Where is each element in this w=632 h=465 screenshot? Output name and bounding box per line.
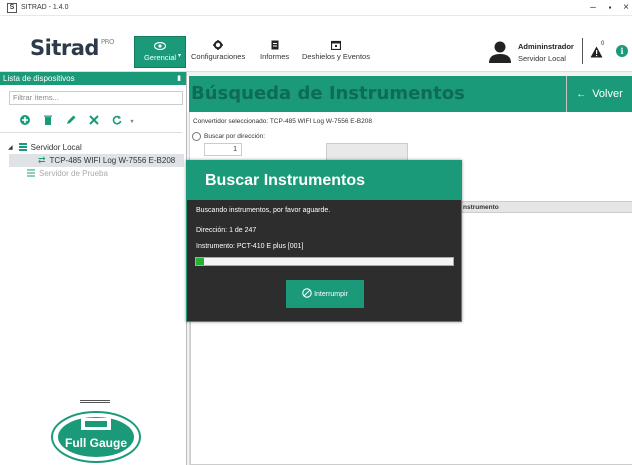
- dropdown-arrow-icon[interactable]: ▾: [178, 52, 181, 59]
- nav-configuraciones-label: Configuraciones: [191, 52, 246, 61]
- grid-column-instrument[interactable]: nstrumento: [463, 202, 499, 213]
- gear-icon: [213, 38, 224, 52]
- window-title: SITRAD - 1.4.0: [21, 4, 69, 11]
- info-icon[interactable]: i: [616, 45, 628, 57]
- full-gauge-logo: Full Gauge: [50, 409, 142, 463]
- tree-item-servidor-prueba[interactable]: Servidor de Prueba: [0, 167, 186, 180]
- delete-icon[interactable]: [36, 115, 59, 128]
- converter-icon: ⇄: [38, 155, 46, 165]
- nav-configuraciones[interactable]: Configuraciones: [191, 38, 245, 61]
- pin-icon[interactable]: ▮: [177, 72, 181, 85]
- alert-count: 0: [601, 41, 605, 47]
- eye-icon: [154, 39, 166, 53]
- app-icon: S: [7, 2, 17, 13]
- tree-item-converter[interactable]: ⇄ TCP-485 WIFI Log W-7556 E-B208: [9, 154, 184, 167]
- dialog-instrument-text: Instrumento: PCT-410 E plus [001]: [196, 243, 304, 250]
- back-button[interactable]: ← Volver: [566, 76, 632, 112]
- tree-item-label: TCP-485 WIFI Log W-7556 E-B208: [49, 156, 176, 165]
- user-avatar-icon[interactable]: [486, 40, 514, 64]
- tools-icon[interactable]: [82, 115, 105, 128]
- server-icon: [18, 142, 27, 153]
- search-by-address-label: Buscar por dirección:: [204, 133, 266, 140]
- device-tree: ◢ Servidor Local ⇄ TCP-485 WIFI Log W-75…: [0, 141, 186, 180]
- address-input[interactable]: 1: [204, 143, 242, 156]
- search-instruments-dialog: Buscar Instrumentos Buscando instrumento…: [186, 160, 462, 322]
- sidebar-title: Lista de dispositivos: [3, 74, 75, 83]
- header-divider: [582, 38, 583, 64]
- back-label: Volver: [592, 88, 623, 100]
- sitrad-logo: Sitrad PRO: [30, 36, 115, 60]
- dialog-status-text: Buscando instrumentos, por favor aguarde…: [196, 207, 331, 214]
- interrupt-label: Interrumpir: [314, 290, 348, 298]
- maximize-button[interactable]: ▪: [603, 2, 617, 14]
- stop-icon: [302, 288, 312, 300]
- user-name: Admininstrador: [518, 42, 574, 51]
- title-bar: S SITRAD - 1.4.0 – ▪ ×: [0, 0, 632, 16]
- user-server: Servidor Local: [518, 54, 566, 63]
- search-progress-bar: [195, 257, 454, 266]
- sidebar-header: Lista de dispositivos ▮: [0, 72, 186, 85]
- expand-icon[interactable]: ◢: [8, 144, 13, 151]
- edit-icon[interactable]: [59, 115, 82, 128]
- nav-gerencial-label: Gerencial: [143, 53, 177, 62]
- dialog-address-text: Dirección: 1 de 247: [196, 227, 257, 234]
- search-by-address-radio[interactable]: [192, 132, 201, 141]
- tree-item-servidor-local[interactable]: ◢ Servidor Local: [0, 141, 186, 154]
- document-icon: [271, 38, 279, 52]
- splitter-handle[interactable]: [80, 400, 110, 403]
- filter-input[interactable]: Filtrar ítems...: [9, 91, 183, 105]
- interrupt-button[interactable]: Interrumpir: [286, 280, 364, 308]
- minimize-button[interactable]: –: [586, 2, 600, 14]
- app-header: Sitrad PRO Gerencial ▾ Configuraciones In…: [0, 16, 632, 72]
- server-icon: [27, 168, 35, 179]
- tree-item-label: Servidor Local: [30, 143, 82, 152]
- back-arrow-icon: ←: [576, 88, 587, 100]
- nav-informes[interactable]: Informes: [260, 38, 289, 61]
- nav-deshielos-label: Deshielos y Eventos: [302, 52, 370, 61]
- more-icon[interactable]: ▾: [128, 118, 136, 125]
- app-window: S SITRAD - 1.4.0 – ▪ × Sitrad PRO Gerenci…: [0, 0, 632, 465]
- nav-informes-label: Informes: [260, 52, 290, 61]
- device-sidebar: Lista de dispositivos ▮ Filtrar ítems...…: [0, 72, 187, 465]
- svg-text:Full Gauge: Full Gauge: [65, 436, 127, 450]
- sidebar-toolbar: ▾: [0, 111, 182, 133]
- add-icon[interactable]: [13, 115, 36, 128]
- calendar-icon: [330, 38, 341, 52]
- alert-icon[interactable]: [590, 46, 603, 60]
- progress-fill: [196, 258, 204, 265]
- tree-item-label: Servidor de Prueba: [39, 169, 108, 178]
- page-title: Búsqueda de Instrumentos: [191, 83, 465, 104]
- nav-deshielos[interactable]: Deshielos y Eventos: [302, 38, 370, 61]
- converter-selected-text: Convertidor seleccionado: TCP-485 WIFI L…: [193, 118, 372, 125]
- close-button[interactable]: ×: [619, 2, 632, 14]
- dialog-title: Buscar Instrumentos: [187, 161, 461, 200]
- refresh-icon[interactable]: [105, 115, 128, 128]
